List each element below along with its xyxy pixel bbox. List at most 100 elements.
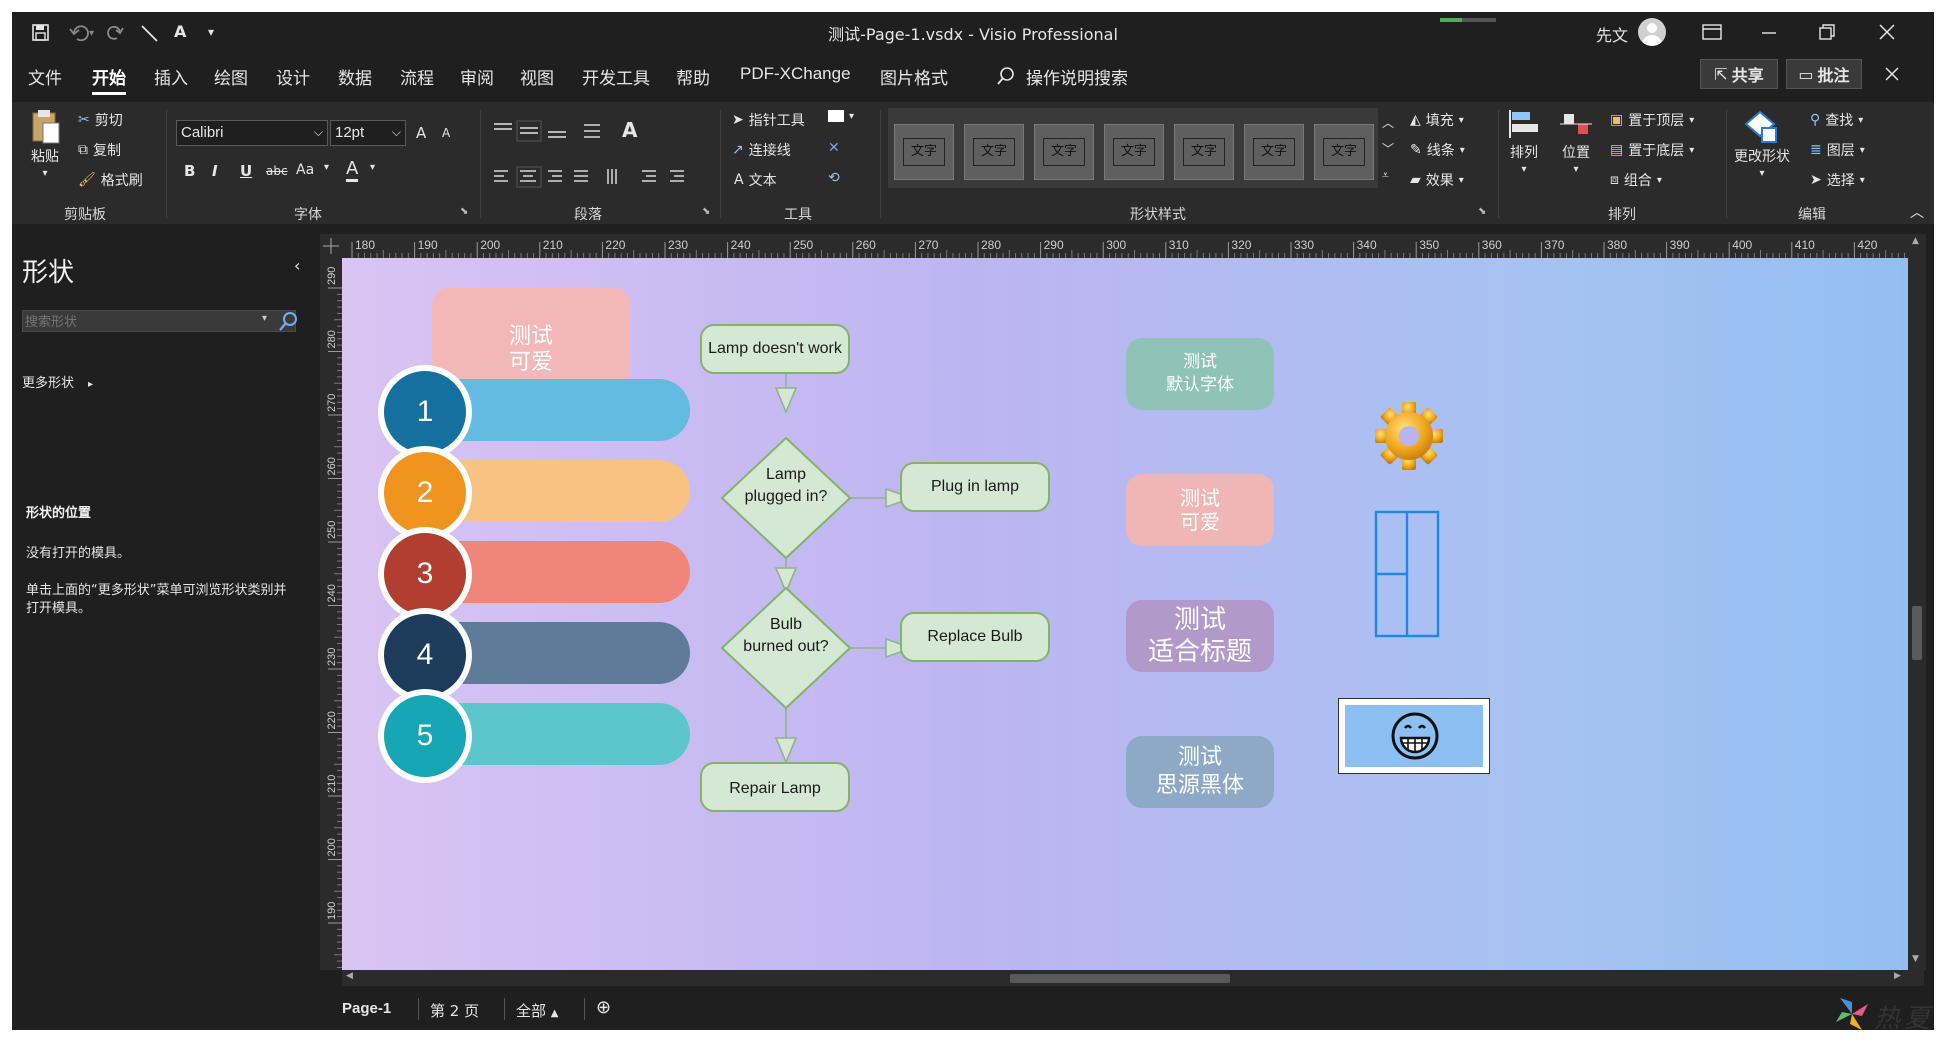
fill-button[interactable]: ◭ 填充 ▾ [1410,110,1464,130]
restore-icon[interactable] [1818,23,1836,41]
pointer-tool-button[interactable]: ➤ 指针工具 [732,110,805,130]
comments-button[interactable]: ▭ 批注 [1786,59,1862,89]
vertical-scroll-thumb[interactable] [1912,606,1922,660]
chevron-down-icon[interactable]: ▾ [324,162,329,173]
gear-icon[interactable] [1374,396,1444,474]
text-block-button[interactable]: A [622,118,637,142]
send-to-back-button[interactable]: ▤ 置于底层 ▾ [1610,140,1694,160]
shrink-font-button[interactable]: A [442,126,450,140]
line-button[interactable]: ✎ 线条 ▾ [1410,140,1465,160]
change-case-button[interactable]: Aa [296,162,314,178]
close-window-icon[interactable] [1878,23,1896,41]
list-circle-2[interactable]: 2 [378,446,472,540]
box-title-style[interactable]: 测试 适合标题 [1126,600,1274,672]
search-dropdown-icon[interactable]: ▾ [262,313,267,324]
more-icon[interactable]: ⩡ [1382,162,1394,188]
minimize-icon[interactable] [1760,24,1778,40]
tab-help[interactable]: 帮助 [676,64,710,89]
ribbon-display-icon[interactable] [1702,24,1722,40]
flow-replace-bulb[interactable]: Replace Bulb [900,612,1050,662]
gallery-scroll[interactable]: ︿ ﹀ ⩡ [1382,110,1394,188]
add-page-icon[interactable]: ⊕ [596,997,611,1018]
copy-button[interactable]: ⧉ 复制 [78,140,121,160]
smiley-picture[interactable] [1338,698,1490,774]
chevron-down-icon[interactable]: ﹀ [1382,136,1394,162]
search-icon[interactable] [278,310,298,332]
style-tile[interactable]: 文字 [1314,124,1374,180]
collapse-pane-icon[interactable]: ‹ [294,256,300,275]
style-tile[interactable]: 文字 [894,124,954,180]
user-name[interactable]: 先文 [1596,22,1628,46]
tab-home[interactable]: 开始 [92,64,126,95]
list-circle-3[interactable]: 3 [378,527,472,621]
flow-start[interactable]: Lamp doesn't work [700,324,850,374]
search-shapes-input[interactable] [22,310,296,332]
list-circle-1[interactable]: 1 [378,365,472,459]
style-tile[interactable]: 文字 [1034,124,1094,180]
connector-tool-button[interactable]: ↗ 连接线 [732,140,791,160]
tab-design[interactable]: 设计 [276,64,310,89]
find-button[interactable]: ⚲ 查找 ▾ [1810,110,1863,130]
chevron-down-icon[interactable]: ▾ [370,162,375,173]
chevron-up-icon[interactable]: ︿ [1382,110,1394,136]
paste-dropdown-icon[interactable]: ▾ [42,168,47,179]
change-shape-button[interactable]: 更改形状 ▾ [1734,110,1790,179]
tab-process[interactable]: 流程 [400,64,434,89]
tab-insert[interactable]: 插入 [154,64,188,89]
tab-review[interactable]: 审阅 [460,64,494,89]
grow-font-button[interactable]: A [416,124,426,142]
tab-view[interactable]: 视图 [520,64,554,89]
strikethrough-button[interactable]: abc [266,164,288,178]
select-button[interactable]: ➤ 选择 ▾ [1810,170,1865,190]
box-source-han[interactable]: 测试 思源黑体 [1126,736,1274,808]
dialog-launcher-icon[interactable]: ⬊ [460,206,468,217]
drawing-canvas[interactable]: 测试 可爱 1 2 3 4 5 Lamp doesn't work Lamp p… [342,258,1908,970]
group-button[interactable]: ⧈ 组合 ▾ [1610,170,1662,190]
font-size-combo[interactable]: 12pt ⌵ [330,120,406,146]
font-color-button[interactable]: A [346,158,359,182]
align-button[interactable]: 排列 ▾ [1508,110,1540,175]
paste-button[interactable]: 粘贴 ▾ [30,108,60,179]
scroll-right-icon[interactable]: ▶ [1894,971,1901,981]
bring-to-front-button[interactable]: ▣ 置于顶层 ▾ [1610,110,1694,130]
share-button[interactable]: ⇱ 共享 [1700,59,1778,89]
all-pages-button[interactable]: 全部 ▲ [516,1000,559,1021]
more-shapes-menu[interactable]: 更多形状 ▸ [22,372,93,391]
tab-file[interactable]: 文件 [28,64,62,89]
paragraph-align-row-2[interactable] [490,166,710,190]
italic-button[interactable]: I [212,162,218,180]
style-tile[interactable]: 文字 [1244,124,1304,180]
effects-button[interactable]: ▰ 效果 ▾ [1410,170,1464,190]
layers-button[interactable]: ≣ 图层 ▾ [1810,140,1865,160]
tell-me-search[interactable]: 操作说明搜索 [1026,64,1128,89]
collapse-ribbon-icon[interactable]: ︿ [1910,202,1924,222]
tab-pdf-xchange[interactable]: PDF-XChange [740,64,851,84]
rotate-tool-icon[interactable]: ⟲ [828,170,840,186]
tab-data[interactable]: 数据 [338,64,372,89]
list-circle-4[interactable]: 4 [378,608,472,702]
close-pane-icon[interactable] [1884,66,1900,82]
page-tab-2[interactable]: 第 2 页 [430,1000,479,1021]
horizontal-scrollbar[interactable]: ◀ ▶ [342,970,1924,986]
scroll-up-icon[interactable]: ▲ [1912,236,1919,246]
style-tile[interactable]: 文字 [1104,124,1164,180]
bold-button[interactable]: B [184,162,195,180]
flow-plug-in-lamp[interactable]: Plug in lamp [900,462,1050,512]
avatar[interactable] [1638,18,1666,46]
list-circle-5[interactable]: 5 [378,689,472,783]
font-name-combo[interactable]: Calibri ⌵ [176,120,328,146]
format-painter-button[interactable]: 🖌 格式刷 [78,170,143,190]
page-tab-1[interactable]: Page-1 [342,1000,391,1017]
text-tool-button[interactable]: A 文本 [734,170,777,190]
underline-button[interactable]: U [240,162,252,180]
connection-point-icon[interactable]: ✕ [828,140,840,156]
style-tile[interactable]: 文字 [1174,124,1234,180]
tab-draw[interactable]: 绘图 [214,64,248,89]
frame-shape[interactable] [1374,510,1440,638]
vertical-scrollbar[interactable]: ▲ ▼ [1908,234,1926,970]
style-tile[interactable]: 文字 [964,124,1024,180]
tab-developer[interactable]: 开发工具 [582,64,650,89]
flow-repair-lamp[interactable]: Repair Lamp [700,762,850,812]
rectangle-tool-button[interactable]: ▾ [828,110,854,122]
box-default-font[interactable]: 测试 默认字体 [1126,338,1274,410]
